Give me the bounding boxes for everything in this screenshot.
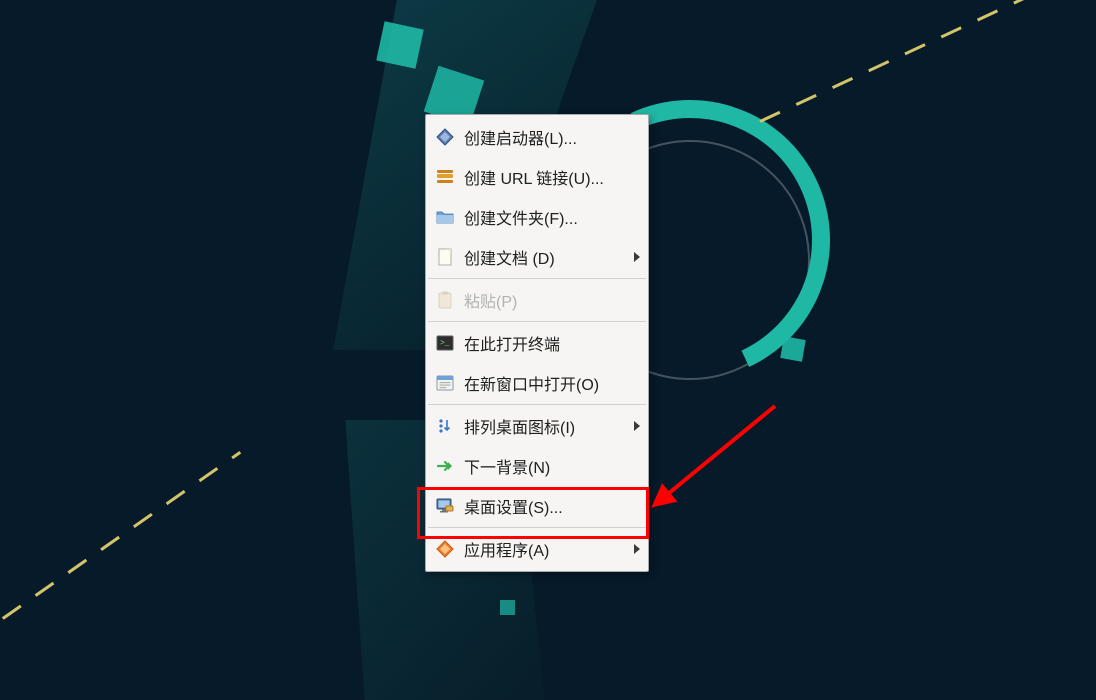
menu-item[interactable]: 排列桌面图标(I)	[426, 406, 648, 446]
desktop-context-menu[interactable]: 创建启动器(L)... 创建 URL 链接(U)... 创建文件夹(F)... 创建文…	[425, 114, 649, 572]
document-icon	[435, 247, 455, 267]
menu-item[interactable]: 桌面设置(S)...	[426, 486, 648, 526]
menu-item-label: 应用程序(A)	[464, 537, 628, 561]
svg-text:>_: >_	[440, 339, 450, 348]
monitor-icon	[435, 496, 455, 516]
arrow-annotation	[645, 398, 785, 518]
menu-item-label: 在新窗口中打开(O)	[464, 371, 640, 395]
menu-item-label: 创建文件夹(F)...	[464, 205, 640, 229]
menu-item-label: 在此打开终端	[464, 331, 640, 355]
menu-item-label: 排列桌面图标(I)	[464, 414, 628, 438]
menu-item[interactable]: 应用程序(A)	[426, 529, 648, 569]
menu-item[interactable]: 创建文档 (D)	[426, 237, 648, 277]
menu-item[interactable]: 创建文件夹(F)...	[426, 197, 648, 237]
folder-icon	[435, 207, 455, 227]
sort-icon	[435, 416, 455, 436]
chevron-right-icon	[634, 421, 640, 431]
menu-item-label: 桌面设置(S)...	[464, 494, 640, 518]
chevron-right-icon	[634, 252, 640, 262]
menu-item[interactable]: 下一背景(N)	[426, 446, 648, 486]
menu-separator	[428, 278, 646, 279]
window-icon	[435, 373, 455, 393]
menu-item-label: 创建 URL 链接(U)...	[464, 165, 640, 189]
menu-separator	[428, 404, 646, 405]
menu-item[interactable]: 在新窗口中打开(O)	[426, 363, 648, 403]
url-link-icon	[435, 167, 455, 187]
menu-item-label: 下一背景(N)	[464, 454, 640, 478]
diamond-icon	[435, 127, 455, 147]
menu-separator	[428, 321, 646, 322]
next-arrow-icon	[435, 456, 455, 476]
clipboard-icon	[435, 290, 455, 310]
chevron-right-icon	[634, 544, 640, 554]
menu-item-label: 粘贴(P)	[464, 288, 640, 312]
menu-item: 粘贴(P)	[426, 280, 648, 320]
app-diamond-icon	[435, 539, 455, 559]
menu-item[interactable]: 创建启动器(L)...	[426, 117, 648, 157]
menu-item[interactable]: >_ 在此打开终端	[426, 323, 648, 363]
menu-item-label: 创建文档 (D)	[464, 245, 628, 269]
menu-item-label: 创建启动器(L)...	[464, 125, 640, 149]
terminal-icon: >_	[435, 333, 455, 353]
menu-separator	[428, 527, 646, 528]
menu-item[interactable]: 创建 URL 链接(U)...	[426, 157, 648, 197]
